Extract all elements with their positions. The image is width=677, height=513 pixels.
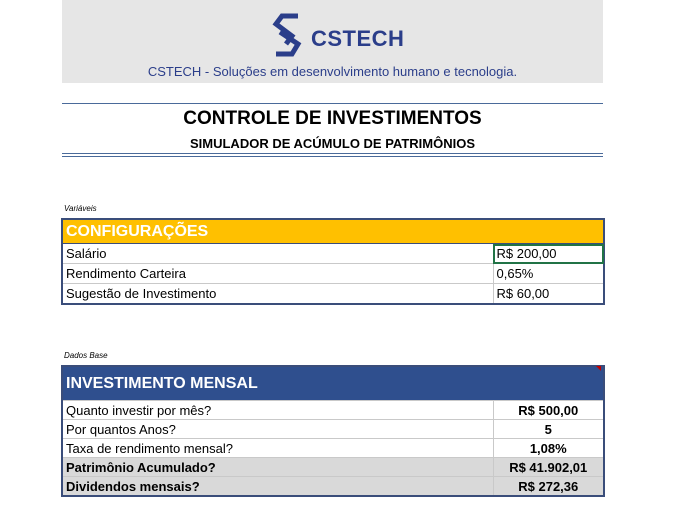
cell-value[interactable]: R$ 272,36 bbox=[493, 476, 604, 496]
config-header: CONFIGURAÇÕES bbox=[62, 219, 605, 244]
title-bottom-rule-2 bbox=[62, 156, 603, 157]
cell-value[interactable]: R$ 60,00 bbox=[493, 283, 605, 304]
monthly-table: INVESTIMENTO MENSAL Quanto investir por … bbox=[61, 365, 605, 497]
cell-value[interactable]: 1,08% bbox=[493, 438, 604, 458]
cell-value[interactable]: 0,65% bbox=[493, 263, 605, 284]
table-row: Quanto investir por mês? R$ 500,00 bbox=[62, 400, 604, 420]
table-row-total: Dividendos mensais? R$ 272,36 bbox=[62, 476, 604, 496]
logo-text: CSTECH bbox=[311, 26, 405, 51]
table-row-total: Patrimônio Acumulado? R$ 41.902,01 bbox=[62, 457, 604, 477]
cell-value[interactable]: R$ 500,00 bbox=[493, 400, 604, 420]
config-table: CONFIGURAÇÕES Salário R$ 200,00 Rendimen… bbox=[61, 218, 606, 305]
cell-label[interactable]: Quanto investir por mês? bbox=[62, 400, 494, 420]
table-row: Por quantos Anos? 5 bbox=[62, 419, 604, 439]
cell-label[interactable]: Por quantos Anos? bbox=[62, 419, 494, 439]
monthly-header: INVESTIMENTO MENSAL bbox=[62, 366, 604, 401]
logo-icon bbox=[272, 13, 302, 57]
monthly-header-row: INVESTIMENTO MENSAL bbox=[62, 366, 604, 401]
cell-value-selected[interactable]: R$ 200,00 bbox=[493, 243, 605, 264]
cell-value[interactable]: R$ 41.902,01 bbox=[493, 457, 604, 477]
title-top-rule bbox=[62, 103, 603, 104]
cell-label[interactable]: Sugestão de Investimento bbox=[62, 283, 494, 304]
section-label-variaveis: Variáveis bbox=[64, 204, 97, 213]
table-row: Salário R$ 200,00 bbox=[62, 243, 605, 264]
config-header-row: CONFIGURAÇÕES bbox=[62, 219, 605, 244]
cell-label[interactable]: Salário bbox=[62, 243, 494, 264]
cell-label[interactable]: Taxa de rendimento mensal? bbox=[62, 438, 494, 458]
table-row: Taxa de rendimento mensal? 1,08% bbox=[62, 438, 604, 458]
comment-indicator-icon[interactable] bbox=[596, 366, 601, 371]
cell-label[interactable]: Dividendos mensais? bbox=[62, 476, 494, 496]
cell-value[interactable]: 5 bbox=[493, 419, 604, 439]
table-row: Sugestão de Investimento R$ 60,00 bbox=[62, 283, 605, 304]
tagline: CSTECH - Soluções em desenvolvimento hum… bbox=[147, 64, 518, 79]
title-bottom-rule bbox=[62, 153, 603, 154]
table-row: Rendimento Carteira 0,65% bbox=[62, 263, 605, 284]
cell-label[interactable]: Rendimento Carteira bbox=[62, 263, 494, 284]
page-subtitle: SIMULADOR DE ACÚMULO DE PATRIMÔNIOS bbox=[189, 136, 476, 151]
section-label-dados-base: Dados Base bbox=[64, 351, 108, 360]
page-title: CONTROLE DE INVESTIMENTOS bbox=[183, 108, 482, 129]
cell-label[interactable]: Patrimônio Acumulado? bbox=[62, 457, 494, 477]
